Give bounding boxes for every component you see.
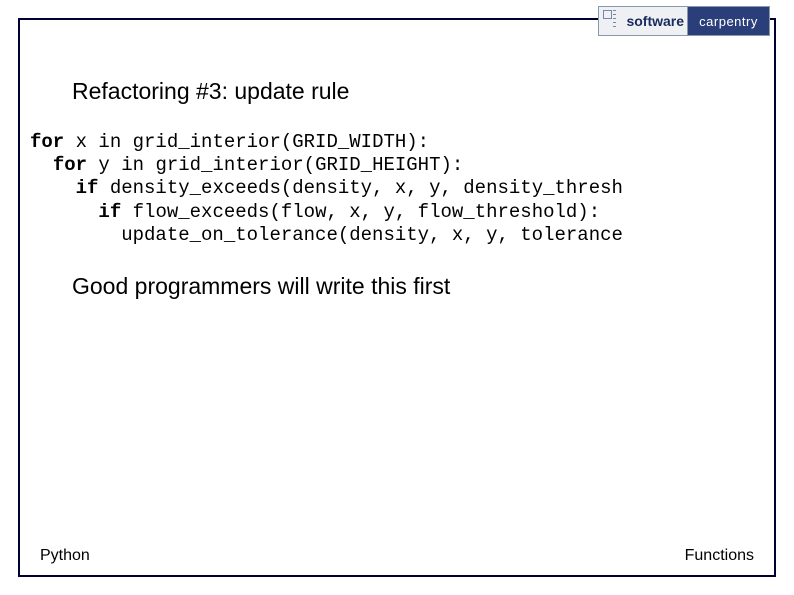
footer-left: Python [40,547,90,565]
code-line: flow_exceeds(flow, x, y, flow_threshold)… [121,201,600,223]
code-line: update_on_tolerance(density, x, y, toler… [30,224,623,246]
keyword-if: if [98,201,121,223]
footer-right: Functions [685,547,754,565]
slide-body-text: Good programmers will write this first [72,273,772,300]
code-block: for x in grid_interior(GRID_WIDTH): for … [30,131,772,247]
slide-content: Refactoring #3: update rule for x in gri… [72,78,772,300]
keyword-for: for [53,154,87,176]
code-line: y in grid_interior(GRID_HEIGHT): [87,154,463,176]
code-line: density_exceeds(density, x, y, density_t… [98,177,623,199]
logo-right-text: carpentry [688,7,769,35]
keyword-for: for [30,131,64,153]
logo-left-text: software [599,7,688,35]
brand-logo: software carpentry [598,6,770,36]
slide-heading: Refactoring #3: update rule [72,78,772,105]
keyword-if: if [76,177,99,199]
code-line: x in grid_interior(GRID_WIDTH): [64,131,429,153]
